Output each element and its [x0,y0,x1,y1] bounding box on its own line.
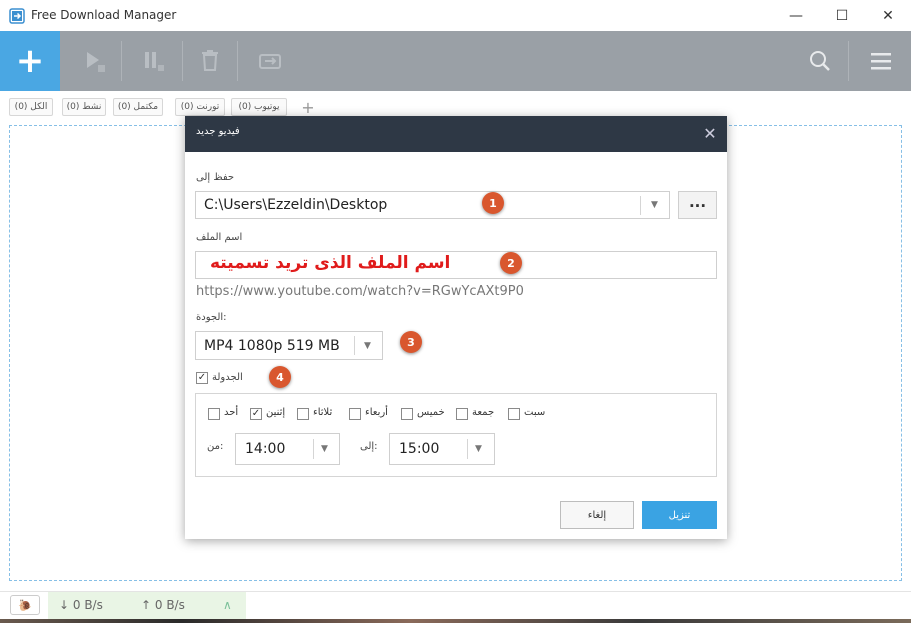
combo-divider [313,439,314,459]
toolbar-divider [848,41,849,81]
day-label-mon: إثنين [266,407,286,418]
combo-divider [640,196,641,215]
chevron-up-icon[interactable]: ∧ [223,598,232,612]
schedule-label: الجدولة [212,372,243,383]
day-label-tue: ثلاثاء [313,407,333,418]
tab-youtube[interactable]: يوتيوب (0) [231,98,287,116]
search-icon[interactable] [800,31,840,91]
minimize-button[interactable]: — [773,0,819,31]
day-checkbox-sat[interactable] [508,408,520,420]
add-download-button[interactable]: + [0,31,60,91]
from-label: من: [207,441,224,452]
day-label-sat: سبت [524,407,546,418]
dialog-close-icon[interactable]: ✕ [700,123,720,143]
browse-button[interactable]: ... [678,191,717,219]
chevron-down-icon[interactable]: ▼ [651,200,658,210]
play-icon[interactable] [74,31,114,91]
move-icon[interactable] [250,31,290,91]
hamburger-menu-icon[interactable] [861,31,901,91]
day-label-wed: أربعاء [365,407,388,418]
tab-completed[interactable]: مكتمل (0) [113,98,163,116]
filename-value: اسم الملف الذى تريد تسميته [210,253,451,273]
chevron-down-icon[interactable]: ▼ [321,444,328,454]
taskbar-strip [0,619,911,623]
annotation-badge: 4 [269,366,291,388]
annotation-badge: 2 [500,252,522,274]
save-to-label: حفظ إلى [196,172,235,183]
filename-label: اسم الملف [196,232,243,243]
day-checkbox-fri[interactable] [456,408,468,420]
source-url: https://www.youtube.com/watch?v=RGwYcAXt… [196,284,524,299]
download-button[interactable]: تنزيل [642,501,717,529]
dialog-title: فيديو جديد [196,126,240,137]
day-checkbox-sun[interactable] [208,408,220,420]
day-label-sun: أحد [224,407,239,418]
from-time-value: 14:00 [245,441,286,457]
chevron-down-icon[interactable]: ▼ [475,444,482,454]
tab-all[interactable]: الكل (0) [9,98,53,116]
quality-label: الجودة: [196,312,227,323]
tab-torrent[interactable]: تورنت (0) [175,98,225,116]
combo-divider [354,336,355,355]
day-checkbox-wed[interactable] [349,408,361,420]
to-time-value: 15:00 [399,441,440,457]
toolbar-divider [237,41,238,81]
snail-mode-icon[interactable]: 🐌 [10,595,40,615]
annotation-badge: 3 [400,331,422,353]
toolbar-divider [121,41,122,81]
cancel-button[interactable]: إلغاء [560,501,634,529]
upload-speed: ↑ 0 B/s [141,598,185,612]
toolbar-divider [182,41,183,81]
to-label: إلى: [360,441,378,452]
day-checkbox-thu[interactable] [401,408,413,420]
save-path-value: C:\Users\Ezzeldin\Desktop [204,197,388,213]
maximize-button[interactable]: ☐ [819,0,865,31]
tab-active[interactable]: نشط (0) [62,98,106,116]
close-window-button[interactable]: ✕ [865,0,911,31]
quality-value: MP4 1080p 519 MB [204,338,340,354]
combo-divider [467,439,468,459]
day-label-thu: خميس [417,407,445,418]
add-tab-button[interactable]: + [298,98,318,117]
dialog-header [185,116,727,152]
window-title: Free Download Manager [31,8,177,22]
schedule-checkbox[interactable]: ✓ [196,372,208,384]
day-label-fri: جمعة [472,407,495,418]
day-checkbox-mon[interactable]: ✓ [250,408,262,420]
chevron-down-icon[interactable]: ▼ [364,341,371,351]
day-checkbox-tue[interactable] [297,408,309,420]
download-speed: ↓ 0 B/s [59,598,103,612]
trash-icon[interactable] [190,31,230,91]
annotation-badge: 1 [482,192,504,214]
pause-icon[interactable] [133,31,173,91]
fdm-logo-icon [9,8,25,24]
